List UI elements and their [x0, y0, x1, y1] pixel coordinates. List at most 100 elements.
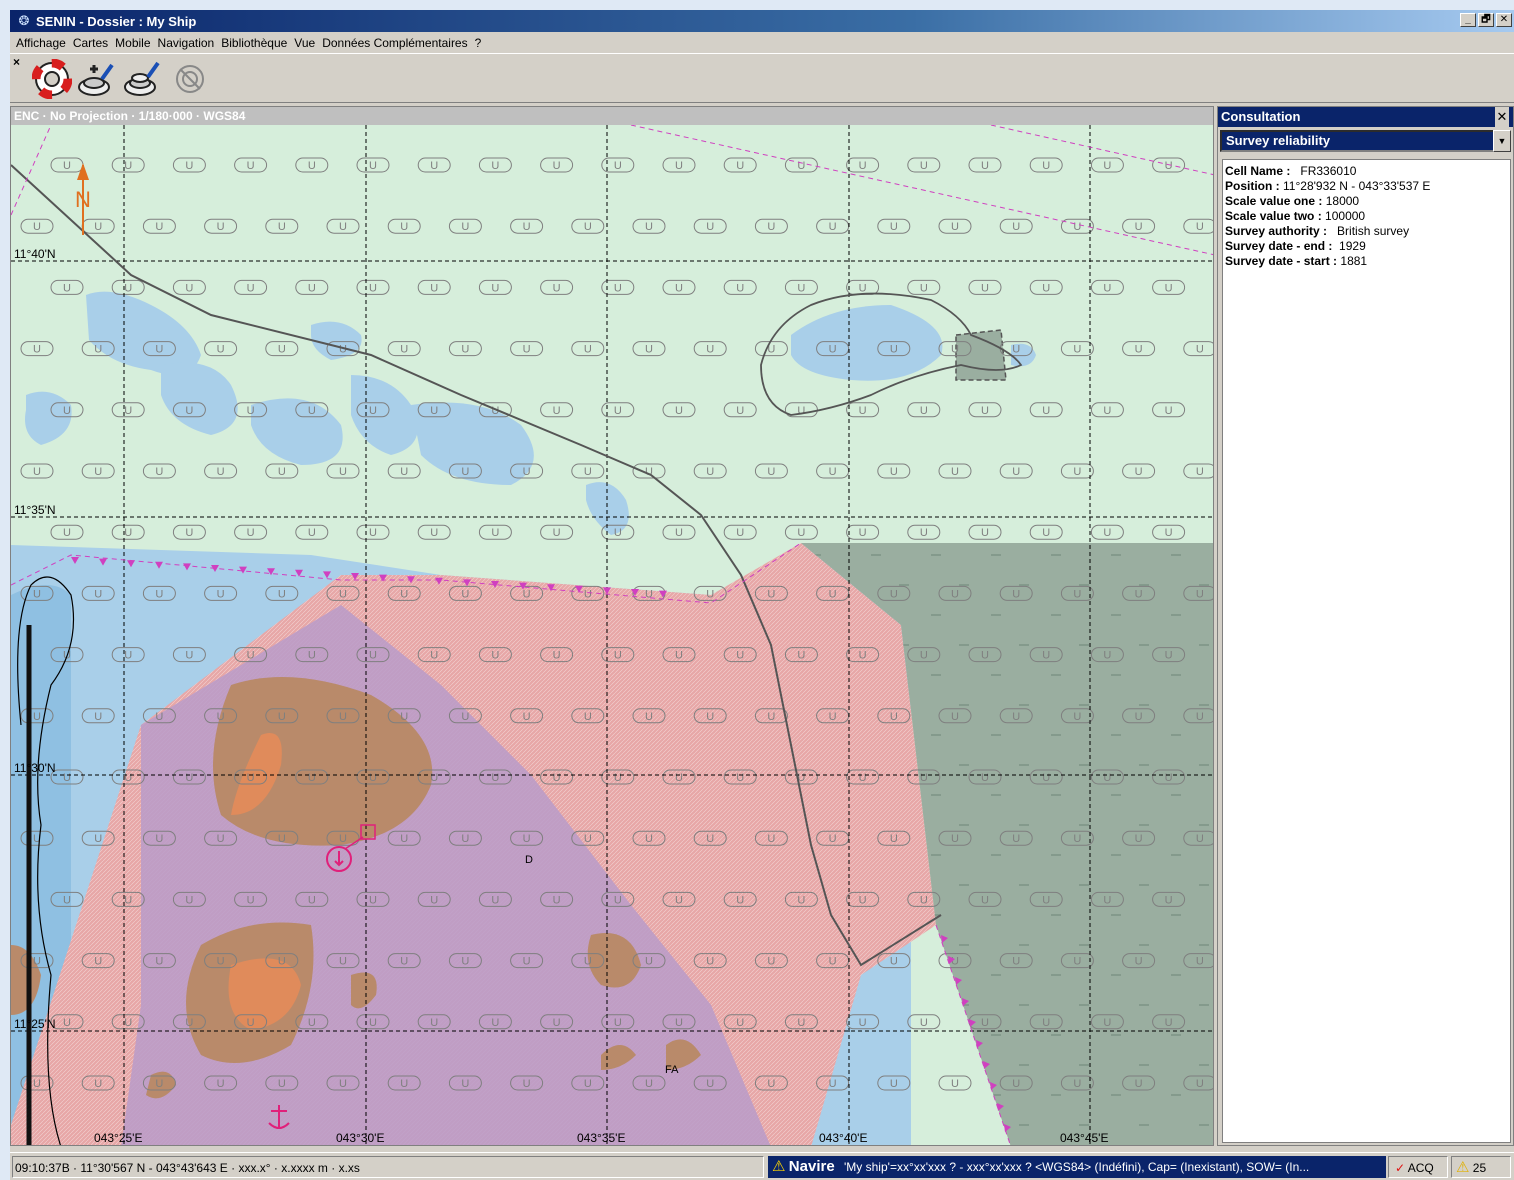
- zoc-label: U: [124, 772, 132, 784]
- zoc-label: U: [1073, 221, 1081, 233]
- detail-value: 11°28'932 N - 043°33'537 E: [1283, 179, 1431, 193]
- menu-help[interactable]: ?: [475, 36, 489, 50]
- zoc-label: U: [430, 405, 438, 417]
- zoc-label: U: [63, 405, 71, 417]
- zoc-label: U: [951, 711, 959, 723]
- add-mobile-icon[interactable]: [76, 59, 116, 99]
- app-icon: ❂: [18, 13, 30, 28]
- menu-vue[interactable]: Vue: [294, 36, 322, 50]
- zoc-label: U: [400, 956, 408, 968]
- chart-canvas[interactable]: U U U U U U U U U U U U U U U U U U U U U U U U U U U U U U U U U U U U U U U U…: [11, 125, 1214, 1146]
- zoc-label: U: [1073, 833, 1081, 845]
- menu-cartes[interactable]: Cartes: [73, 36, 115, 50]
- zoc-label: U: [63, 527, 71, 539]
- zoc-label: U: [430, 772, 438, 784]
- alert-icon: ⚠: [1456, 1159, 1470, 1176]
- menu-navigation[interactable]: Navigation: [158, 36, 222, 50]
- zoc-label: U: [981, 160, 989, 172]
- zoc-label: U: [736, 772, 744, 784]
- zoc-label: U: [308, 282, 316, 294]
- zoc-label: U: [94, 956, 102, 968]
- zoc-label: U: [1103, 405, 1111, 417]
- minimize-button[interactable]: _: [1460, 13, 1476, 27]
- zoc-label: U: [1196, 833, 1204, 845]
- zoc-label: U: [369, 1017, 377, 1029]
- zoc-label: U: [859, 527, 867, 539]
- detail-row: Survey authority : British survey: [1225, 224, 1508, 239]
- zoc-label: U: [890, 1078, 898, 1090]
- acq-indicator[interactable]: ✓ ACQ: [1388, 1156, 1448, 1178]
- zoc-label: U: [63, 160, 71, 172]
- title-bar[interactable]: ❂ SENIN - Dossier : My Ship _ 🗗 ✕: [10, 10, 1514, 32]
- zoc-label: U: [1073, 588, 1081, 600]
- zoc-label: U: [247, 160, 255, 172]
- zoc-label: U: [890, 833, 898, 845]
- zoc-label: U: [645, 221, 653, 233]
- zoc-label: U: [63, 894, 71, 906]
- disabled-mobile-icon[interactable]: [170, 59, 210, 99]
- panel-title-text: Consultation: [1221, 109, 1301, 124]
- edit-mobile-icon[interactable]: [122, 59, 162, 99]
- menu-affichage[interactable]: Affichage: [16, 36, 73, 50]
- zoc-label: U: [920, 282, 928, 294]
- menu-bibliotheque[interactable]: Bibliothèque: [221, 36, 294, 50]
- zoc-label: U: [920, 527, 928, 539]
- zoc-label: U: [430, 282, 438, 294]
- zoc-label: U: [767, 711, 775, 723]
- zoc-label: U: [1103, 772, 1111, 784]
- zoc-label: U: [584, 833, 592, 845]
- zoc-label: U: [1165, 282, 1173, 294]
- zoc-label: U: [523, 833, 531, 845]
- zoc-label: U: [1012, 956, 1020, 968]
- ship-warning[interactable]: ⚠ Navire 'My ship'=xx°xx'xxx ? - xxx°xx'…: [768, 1156, 1386, 1178]
- alert-count[interactable]: ⚠ 25: [1451, 1156, 1511, 1178]
- lon-label: 043°30'E: [336, 1131, 384, 1145]
- zoc-label: U: [553, 1017, 561, 1029]
- zoc-label: U: [553, 772, 561, 784]
- zoc-label: U: [1196, 221, 1204, 233]
- detail-label: Survey date - end :: [1225, 239, 1333, 253]
- zoc-label: U: [553, 650, 561, 662]
- zoc-label: U: [185, 160, 193, 172]
- zoc-label: U: [217, 1078, 225, 1090]
- zoc-label: U: [155, 833, 163, 845]
- zoc-label: U: [584, 588, 592, 600]
- zoc-label: U: [1012, 466, 1020, 478]
- zoc-label: U: [247, 405, 255, 417]
- zoc-label: U: [155, 711, 163, 723]
- zoc-label: U: [951, 344, 959, 356]
- zoc-label: U: [1012, 833, 1020, 845]
- restore-button[interactable]: 🗗: [1478, 13, 1494, 27]
- toolbar-close-icon[interactable]: ×: [13, 55, 20, 69]
- zoc-label: U: [645, 711, 653, 723]
- zoc-label: U: [1135, 588, 1143, 600]
- detail-row: Scale value two : 100000: [1225, 209, 1508, 224]
- zoc-label: U: [308, 894, 316, 906]
- lifebuoy-icon[interactable]: [32, 59, 72, 99]
- zoc-label: U: [400, 833, 408, 845]
- zoc-label: U: [94, 588, 102, 600]
- close-button[interactable]: ✕: [1496, 13, 1512, 27]
- dropdown-value: Survey reliability: [1226, 133, 1331, 148]
- chevron-down-icon[interactable]: ▼: [1493, 130, 1511, 152]
- panel-close-icon[interactable]: ✕: [1495, 107, 1509, 127]
- zoc-label: U: [1073, 711, 1081, 723]
- zoc-label: U: [1012, 1078, 1020, 1090]
- zoc-label: U: [461, 221, 469, 233]
- zoc-label: U: [675, 160, 683, 172]
- zoc-label: U: [553, 282, 561, 294]
- detail-row: Survey date - start : 1881: [1225, 254, 1508, 269]
- zoc-label: U: [217, 344, 225, 356]
- zoc-label: U: [920, 650, 928, 662]
- detail-row: Cell Name : FR336010: [1225, 164, 1508, 179]
- survey-dropdown[interactable]: Survey reliability ▼: [1220, 130, 1511, 152]
- zoc-label: U: [797, 894, 805, 906]
- menu-mobile[interactable]: Mobile: [115, 36, 157, 50]
- zoc-label: U: [1135, 344, 1143, 356]
- zoc-label: U: [1012, 711, 1020, 723]
- nautical-chart[interactable]: ENC · No Projection · 1/180·000 · WGS84: [10, 106, 1214, 1146]
- menu-donnees-complementaires[interactable]: Données Complémentaires: [322, 36, 474, 50]
- zoc-label: U: [124, 282, 132, 294]
- zoc-label: U: [1042, 650, 1050, 662]
- zoc-label: U: [247, 282, 255, 294]
